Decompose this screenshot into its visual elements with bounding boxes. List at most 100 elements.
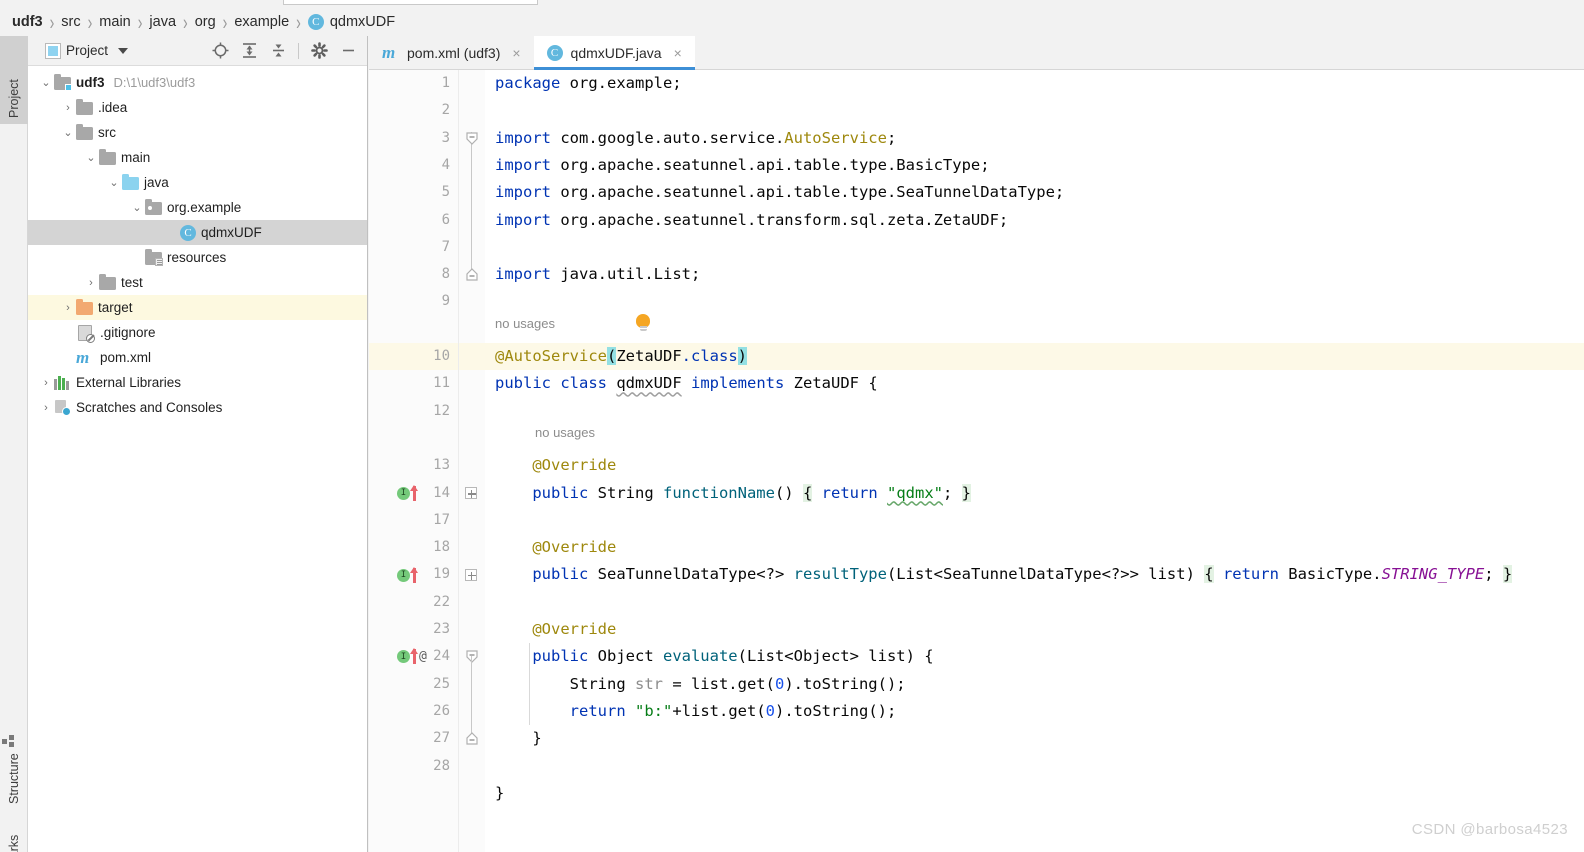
resources-folder-icon [145,249,163,266]
chevron-down-icon[interactable]: ⌄ [129,200,145,216]
maven-icon: m [382,42,396,62]
gutter-override-marker[interactable]: I [397,561,443,588]
code-line[interactable] [485,507,1584,534]
sidebar-item-project[interactable]: Project [0,36,28,124]
breadcrumb[interactable]: udf3 › src › main › java › org › example… [0,8,1584,36]
code-line[interactable]: import org.apache.seatunnel.api.table.ty… [485,152,1584,179]
code-line[interactable]: import java.util.List; [485,261,1584,288]
code-line[interactable] [485,753,1584,780]
fold-expand-method-resulttype[interactable] [464,561,478,588]
settings-gear-icon[interactable] [310,42,328,60]
chevron-right-icon[interactable]: › [60,100,76,116]
tree-row[interactable]: › .idea [28,95,367,120]
fold-arrow-import-list[interactable] [465,261,478,288]
code-line-class-declaration[interactable]: public class qdmxUDF implements ZetaUDF … [485,370,1584,397]
code-line[interactable] [485,288,1584,315]
tree-row[interactable]: .gitignore [28,320,367,345]
tree-row[interactable]: ⌄ org.example [28,195,367,220]
line-number: 17 [433,511,450,528]
chevron-right-icon[interactable]: › [38,400,54,416]
chevron-right-icon[interactable]: › [83,275,99,291]
tree-row[interactable]: m pom.xml [28,345,367,370]
tab-label: pom.xml (udf3) [407,44,501,61]
breadcrumb-item-org[interactable]: org [195,14,216,30]
code-text-area[interactable]: package org.example; import com.google.a… [485,70,1584,852]
chevron-down-icon[interactable]: ⌄ [106,175,122,191]
intention-bulb-icon[interactable] [636,314,650,332]
maven-icon: m [76,348,90,367]
code-line[interactable]: import com.google.auto.service.AutoServi… [485,125,1584,152]
chevron-down-icon[interactable]: ⌄ [60,125,76,141]
tree-row[interactable]: › Scratches and Consoles [28,395,367,420]
code-line[interactable]: return "b:"+list.get(0).toString(); [485,698,1584,725]
implements-method-icon[interactable]: I [397,650,410,664]
breadcrumb-item-example[interactable]: example [234,14,289,30]
tree-row[interactable]: resources [28,245,367,270]
annotation-gutter-icon[interactable]: @ [419,649,427,664]
code-line[interactable]: @Override [485,616,1584,643]
code-line[interactable]: package org.example; [485,70,1584,97]
chevron-down-icon[interactable]: ⌄ [83,150,99,166]
tree-row[interactable]: › test [28,270,367,295]
code-line[interactable]: } [485,725,1584,752]
sidebar-item-structure[interactable]: Structure [0,714,28,810]
chevron-right-icon[interactable]: › [60,300,76,316]
minimize-icon[interactable] [339,42,357,60]
close-icon[interactable]: × [512,45,520,61]
code-line[interactable]: String str = list.get(0).toString(); [485,671,1584,698]
scratches-icon [54,400,71,416]
breadcrumb-item-java[interactable]: java [149,14,176,30]
ide-window: udf3 › src › main › java › org › example… [0,0,1584,852]
tree-row[interactable]: ⌄ main [28,145,367,170]
tree-row-target[interactable]: › target [28,295,367,320]
sidebar-item-bookmarks[interactable]: okmarks [0,824,28,852]
implements-method-icon[interactable]: I [397,486,410,500]
code-line-annotation[interactable]: @AutoService(ZetaUDF.class) [485,343,1584,370]
code-line[interactable]: } [485,780,1584,807]
collapse-all-icon[interactable] [269,42,287,60]
chevron-down-icon[interactable]: ⌄ [38,75,54,91]
tree-item-label: src [98,125,116,140]
code-line[interactable] [485,234,1584,261]
breadcrumb-item-main[interactable]: main [99,14,130,30]
chevron-right-icon[interactable]: › [38,375,54,391]
breadcrumb-item-src[interactable]: src [61,14,80,30]
line-number: 1 [441,75,450,91]
code-editor[interactable]: 1 2 3 4 5 6 7 8 9 10 11 12 13 14 17 18 1… [369,70,1584,852]
code-line[interactable] [485,589,1584,616]
line-number: 22 [433,593,450,610]
overriding-arrow-icon[interactable] [410,566,418,583]
gutter-override-marker[interactable]: I [397,480,443,507]
implements-method-icon[interactable]: I [397,568,410,582]
overriding-arrow-icon[interactable] [410,648,418,665]
code-line-method-resulttype[interactable]: public SeaTunnelDataType<?> resultType(L… [485,561,1584,588]
code-line[interactable]: @Override [485,534,1584,561]
locate-icon[interactable] [211,42,229,60]
tree-row[interactable]: › External Libraries [28,370,367,395]
code-line-method-evaluate[interactable]: public Object evaluate(List<Object> list… [485,643,1584,670]
tool-window-strip: Project Structure okmarks [0,36,28,852]
chevron-down-icon[interactable] [118,47,129,54]
fold-arrow-method-end[interactable] [465,725,478,752]
fold-arrow-imports[interactable] [465,125,478,152]
tree-item-label: qdmxUDF [201,225,262,240]
overriding-arrow-icon[interactable] [410,484,418,501]
tab-qdmxudf-java[interactable]: C qdmxUDF.java × [533,36,695,70]
code-line-method-functionname[interactable]: public String functionName() { return "q… [485,480,1584,507]
code-line[interactable] [485,398,1584,425]
tree-row[interactable]: ⌄ udf3 D:\1\udf3\udf3 [28,70,367,95]
tree-row[interactable]: ⌄ java [28,170,367,195]
code-line[interactable]: import org.apache.seatunnel.transform.sq… [485,207,1584,234]
code-line[interactable] [485,97,1584,124]
breadcrumb-item-udf3[interactable]: udf3 [12,14,43,30]
close-icon[interactable]: × [674,45,682,61]
code-line[interactable]: import org.apache.seatunnel.api.table.ty… [485,179,1584,206]
gutter-override-marker[interactable]: I @ [397,643,443,670]
tab-pom-xml[interactable]: m pom.xml (udf3) × [369,36,534,69]
code-line[interactable]: @Override [485,452,1584,479]
tree-row[interactable]: ⌄ src [28,120,367,145]
tree-row-qdmxudf[interactable]: C qdmxUDF [28,220,367,245]
expand-all-icon[interactable] [240,42,258,60]
fold-expand-method-functionname[interactable] [464,480,478,507]
breadcrumb-item-qdmxudf[interactable]: qdmxUDF [330,14,395,30]
